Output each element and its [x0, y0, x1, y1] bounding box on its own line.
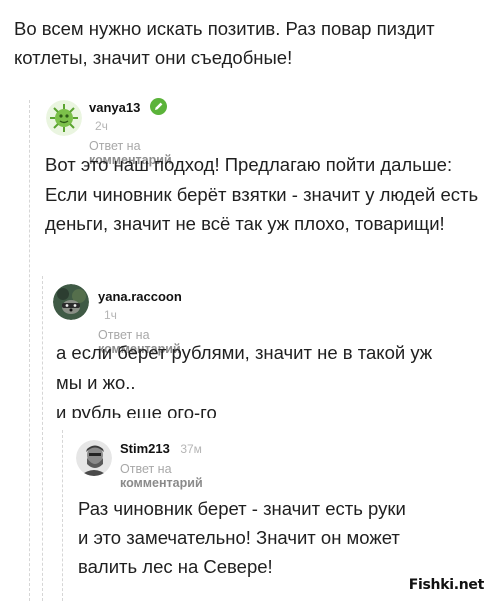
comment-text-line: мы и жо..	[56, 372, 136, 393]
pencil-icon	[149, 98, 167, 115]
comment-text: а если берет рублями, значит не в такой …	[56, 338, 481, 418]
comment-meta: Stim213 37м Ответ на комментарий	[120, 440, 203, 490]
username[interactable]: Stim213	[120, 441, 170, 456]
comment-time[interactable]: 1ч	[104, 308, 117, 322]
thread-line-level-2	[42, 276, 43, 601]
post-text: Во всем нужно искать позитив. Раз повар …	[14, 18, 435, 68]
watermark: Fishki.net	[408, 577, 485, 593]
username[interactable]: vanya13	[89, 100, 140, 115]
comment-time[interactable]: 37м	[180, 442, 202, 456]
reply-to-link[interactable]: Ответ на комментарий	[120, 462, 203, 490]
comment-text-line-truncated: и рубль еще ого-го	[56, 402, 217, 418]
man-portrait-avatar-icon	[76, 440, 112, 476]
comment-text: Раз чиновник берет - значит есть руки и …	[78, 498, 406, 577]
comment-text-line: а если берет рублями, значит не в такой …	[56, 342, 433, 363]
avatar[interactable]	[76, 440, 112, 476]
comment-time[interactable]: 2ч	[95, 119, 108, 133]
thread-line-level-1	[29, 100, 30, 601]
avatar[interactable]	[53, 284, 89, 320]
avatar[interactable]	[46, 100, 82, 136]
thread-line-level-3	[62, 430, 63, 601]
reply-target[interactable]: комментарий	[120, 476, 203, 490]
comment-text: Вот это наш подход! Предлагаю пойти даль…	[45, 154, 479, 234]
green-virus-avatar-icon	[46, 100, 82, 136]
raccoon-avatar-icon	[53, 284, 89, 320]
reply-prefix: Ответ на	[120, 462, 172, 476]
username[interactable]: yana.raccoon	[98, 289, 182, 304]
